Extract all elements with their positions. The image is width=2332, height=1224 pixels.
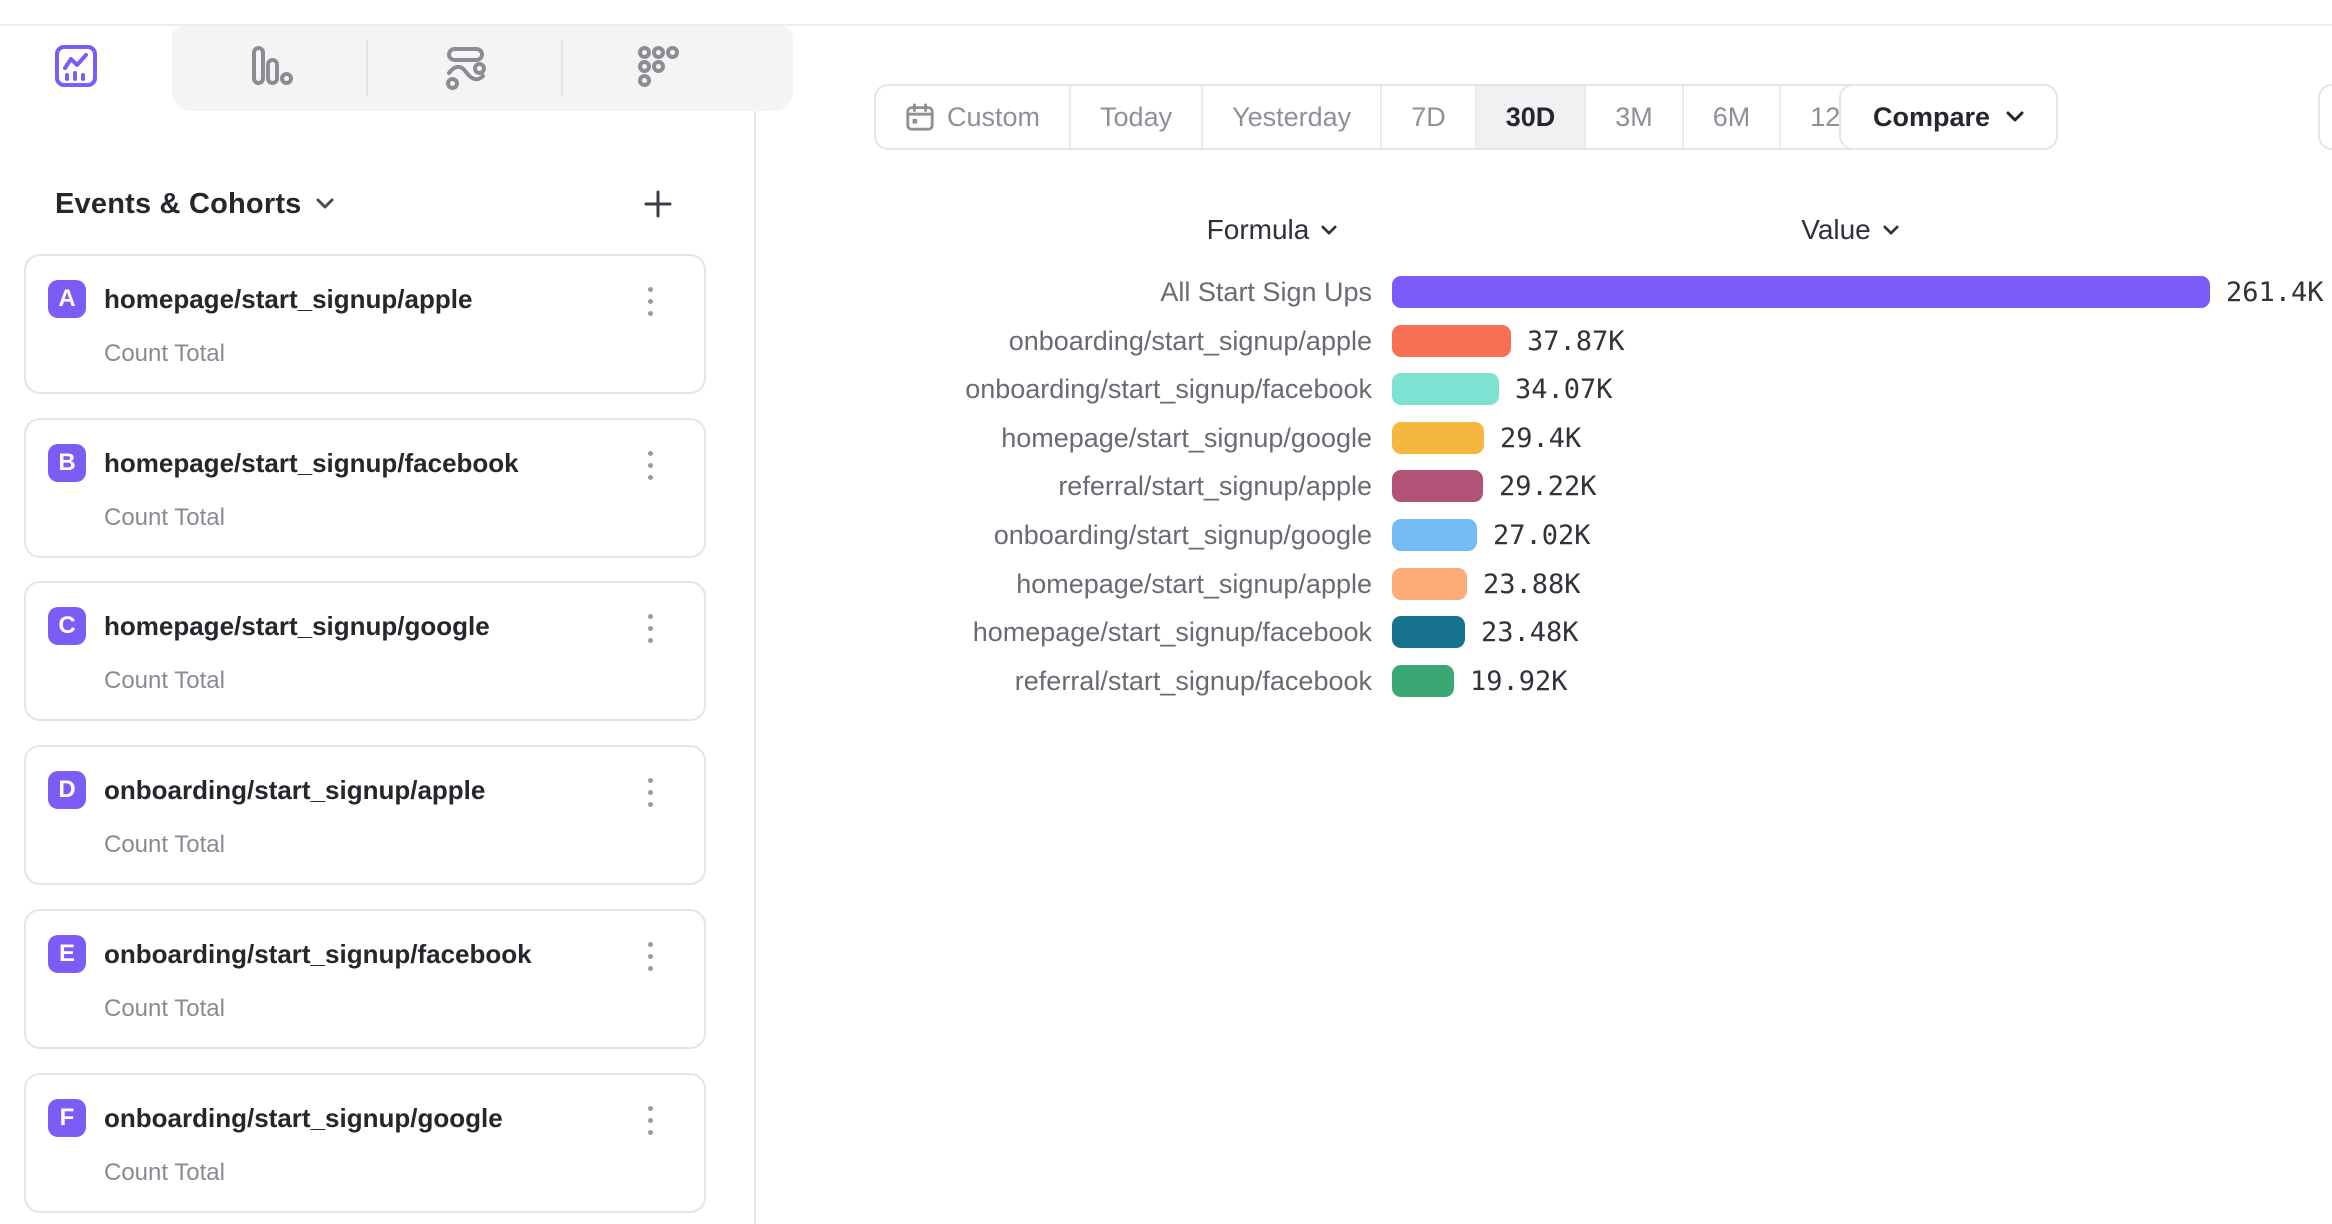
value-header-label: Value: [1801, 214, 1871, 246]
value-bar[interactable]: [1392, 373, 1499, 405]
value-label: 23.88K: [1483, 569, 1581, 600]
flows-icon: [441, 42, 489, 95]
chevron-down-icon: [1883, 225, 1899, 236]
chart-row: homepage/start_signup/apple 23.88K: [0, 561, 2332, 607]
date-range-yesterday[interactable]: Yesterday: [1203, 86, 1382, 148]
series-label[interactable]: homepage/start_signup/apple: [0, 569, 1372, 600]
series-label[interactable]: homepage/start_signup/facebook: [0, 617, 1372, 648]
event-letter-badge: F: [48, 1099, 86, 1137]
chart-row: All Start Sign Ups 261.4K: [0, 269, 2332, 315]
chart-row: onboarding/start_signup/google 27.02K: [0, 512, 2332, 558]
value-bar[interactable]: [1392, 470, 1483, 502]
date-range-label: 30D: [1506, 102, 1556, 133]
date-range-label: Yesterday: [1232, 102, 1351, 133]
date-range-30d[interactable]: 30D: [1477, 86, 1587, 148]
event-letter-badge: E: [48, 935, 86, 973]
value-label: 261.4K: [2226, 277, 2324, 308]
top-strip: [0, 0, 2332, 26]
date-range-label: 6M: [1713, 102, 1751, 133]
date-range-label: 3M: [1615, 102, 1653, 133]
value-label: 37.87K: [1527, 326, 1625, 357]
value-bar[interactable]: [1392, 325, 1511, 357]
kebab-menu-icon[interactable]: [632, 769, 668, 815]
series-label[interactable]: onboarding/start_signup/facebook: [0, 374, 1372, 405]
retention-grid-icon: [633, 42, 681, 95]
tab-retention[interactable]: [562, 26, 752, 111]
value-bar[interactable]: [1392, 276, 2210, 308]
date-range-control: CustomTodayYesterday7D30D3M6M12M: [874, 84, 1894, 150]
value-label: 29.22K: [1499, 471, 1597, 502]
add-event-button[interactable]: [637, 183, 679, 225]
chart-row: referral/start_signup/apple 29.22K: [0, 463, 2332, 509]
date-range-6m[interactable]: 6M: [1684, 86, 1782, 148]
plus-icon: [642, 188, 674, 220]
value-bar[interactable]: [1392, 568, 1467, 600]
series-label[interactable]: All Start Sign Ups: [0, 277, 1372, 308]
value-bar[interactable]: [1392, 665, 1454, 697]
date-range-label: Today: [1100, 102, 1172, 133]
compare-label: Compare: [1873, 102, 1990, 133]
chevron-down-icon: [1321, 225, 1337, 236]
chart-row: onboarding/start_signup/facebook 34.07K: [0, 366, 2332, 412]
series-label[interactable]: onboarding/start_signup/apple: [0, 326, 1372, 357]
event-name[interactable]: onboarding/start_signup/google: [104, 1103, 503, 1134]
event-name[interactable]: onboarding/start_signup/apple: [104, 775, 485, 806]
date-range-custom[interactable]: Custom: [876, 86, 1071, 148]
value-bar[interactable]: [1392, 519, 1477, 551]
events-cohorts-header[interactable]: Events & Cohorts: [55, 186, 334, 222]
value-column-header[interactable]: Value: [1740, 212, 1960, 248]
formula-header-label: Formula: [1207, 214, 1310, 246]
value-label: 27.02K: [1493, 520, 1591, 551]
value-label: 34.07K: [1515, 374, 1613, 405]
chart-row: homepage/start_signup/facebook 23.48K: [0, 609, 2332, 655]
date-range-7d[interactable]: 7D: [1382, 86, 1477, 148]
event-card[interactable]: Donboarding/start_signup/apple Count Tota…: [24, 745, 706, 885]
chevron-down-icon: [2006, 111, 2024, 123]
value-label: 29.4K: [1500, 423, 1581, 454]
event-metric[interactable]: Count Total: [104, 1159, 225, 1187]
chart-row: homepage/start_signup/google 29.4K: [0, 415, 2332, 461]
event-card[interactable]: Eonboarding/start_signup/facebook Count T…: [24, 909, 706, 1049]
kebab-menu-icon[interactable]: [632, 933, 668, 979]
cutoff-toolbar-button[interactable]: [2318, 84, 2332, 150]
insights-report-screen: Events & Cohorts Ahomepage/start_signup/…: [0, 0, 2332, 1224]
events-cohorts-title: Events & Cohorts: [55, 188, 302, 221]
date-range-today[interactable]: Today: [1071, 86, 1203, 148]
event-letter-badge: D: [48, 771, 86, 809]
value-label: 23.48K: [1481, 617, 1579, 648]
event-metric[interactable]: Count Total: [104, 831, 225, 859]
value-bar[interactable]: [1392, 422, 1484, 454]
line-chart-icon: [52, 42, 100, 95]
chart-row: referral/start_signup/facebook 19.92K: [0, 658, 2332, 704]
event-name[interactable]: onboarding/start_signup/facebook: [104, 939, 532, 970]
tab-flows[interactable]: [367, 26, 562, 111]
date-range-label: Custom: [947, 102, 1040, 133]
series-label[interactable]: homepage/start_signup/google: [0, 423, 1372, 454]
value-label: 19.92K: [1470, 666, 1568, 697]
chevron-down-icon: [316, 198, 334, 210]
bar-chart-icon: [246, 42, 294, 95]
calendar-icon: [905, 102, 935, 132]
tab-bar-chart[interactable]: [172, 26, 367, 111]
series-label[interactable]: referral/start_signup/facebook: [0, 666, 1372, 697]
value-bar[interactable]: [1392, 616, 1465, 648]
series-label[interactable]: referral/start_signup/apple: [0, 471, 1372, 502]
formula-column-header[interactable]: Formula: [1162, 212, 1382, 248]
event-card[interactable]: Fonboarding/start_signup/google Count Tot…: [24, 1073, 706, 1213]
chart-row: onboarding/start_signup/apple 37.87K: [0, 318, 2332, 364]
series-label[interactable]: onboarding/start_signup/google: [0, 520, 1372, 551]
event-metric[interactable]: Count Total: [104, 995, 225, 1023]
date-range-3m[interactable]: 3M: [1586, 86, 1684, 148]
kebab-menu-icon[interactable]: [632, 1097, 668, 1143]
date-range-label: 7D: [1411, 102, 1446, 133]
compare-button[interactable]: Compare: [1839, 84, 2058, 150]
tab-insights[interactable]: [0, 26, 163, 111]
